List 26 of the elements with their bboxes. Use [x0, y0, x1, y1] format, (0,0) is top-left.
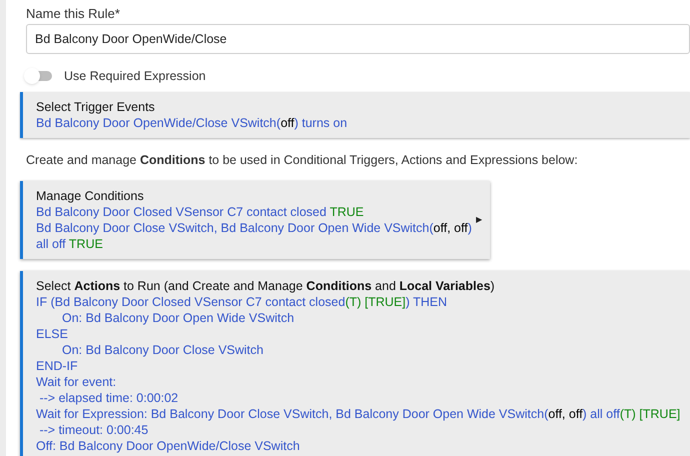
- toggle-label: Use Required Expression: [64, 68, 206, 85]
- actions-card[interactable]: [20, 271, 690, 456]
- trigger-card[interactable]: Select Trigger Events Bd Balcony Door OpenWide/Close VSwitch(off) turns on: [20, 92, 690, 138]
- conditions-intro: Create and manage Conditions to be used in Conditional Triggers, Actions and Expressions below:: [25, 152, 579, 168]
- action-line: ELSE: [36, 326, 69, 342]
- action-line: Off: Bd Balcony Door OpenWide/Close VSwitch: [36, 438, 301, 454]
- condition-line: Bd Balcony Door Close VSwitch, Bd Balcony Door Open Wide VSwitch(off, off): [36, 220, 472, 236]
- action-line: --> timeout: 0:00:45: [38, 422, 150, 438]
- condition-line: Bd Balcony Door Closed VSensor C7 contact closed TRUE: [36, 204, 365, 220]
- toggle-switch[interactable]: [26, 71, 52, 81]
- trigger-line: Bd Balcony Door OpenWide/Close VSwitch(off) turns on: [36, 115, 348, 131]
- card-title: Select Actions to Run (and Create and Manage Conditions and Local Variables): [36, 278, 496, 294]
- conditions-card[interactable]: Manage Conditions Bd Balcony Door Closed VSensor C7 contact closed TRUE Bd Balcony Door Close VSwitch, Bd Balcony Door Open Wide VSwitch(off, off) all off TRUE ▶: [20, 181, 490, 259]
- condition-line: all off TRUE: [36, 236, 104, 252]
- card-title: Select Trigger Events: [36, 99, 156, 115]
- action-line: Wait for Expression: Bd Balcony Door Close VSwitch, Bd Balcony Door Open Wide VSwitch(off, off) all off(T) [TRUE]: [36, 406, 682, 422]
- action-line: IF (Bd Balcony Door Closed VSensor C7 contact closed(T) [TRUE]) THEN: [36, 294, 448, 310]
- rule-name-field[interactable]: Bd Balcony Door OpenWide/Close: [26, 24, 690, 54]
- expand-arrow[interactable]: ▶: [476, 214, 482, 226]
- field-label: Name this Rule*: [26, 6, 121, 22]
- action-line: END-IF: [36, 358, 79, 374]
- action-line: On: Bd Balcony Door Open Wide VSwitch: [61, 310, 296, 326]
- card-title: Manage Conditions: [36, 188, 145, 204]
- action-line: --> elapsed time: 0:00:02: [38, 390, 180, 406]
- action-line: Wait for event:: [36, 374, 118, 390]
- action-line: On: Bd Balcony Door Close VSwitch: [61, 342, 264, 358]
